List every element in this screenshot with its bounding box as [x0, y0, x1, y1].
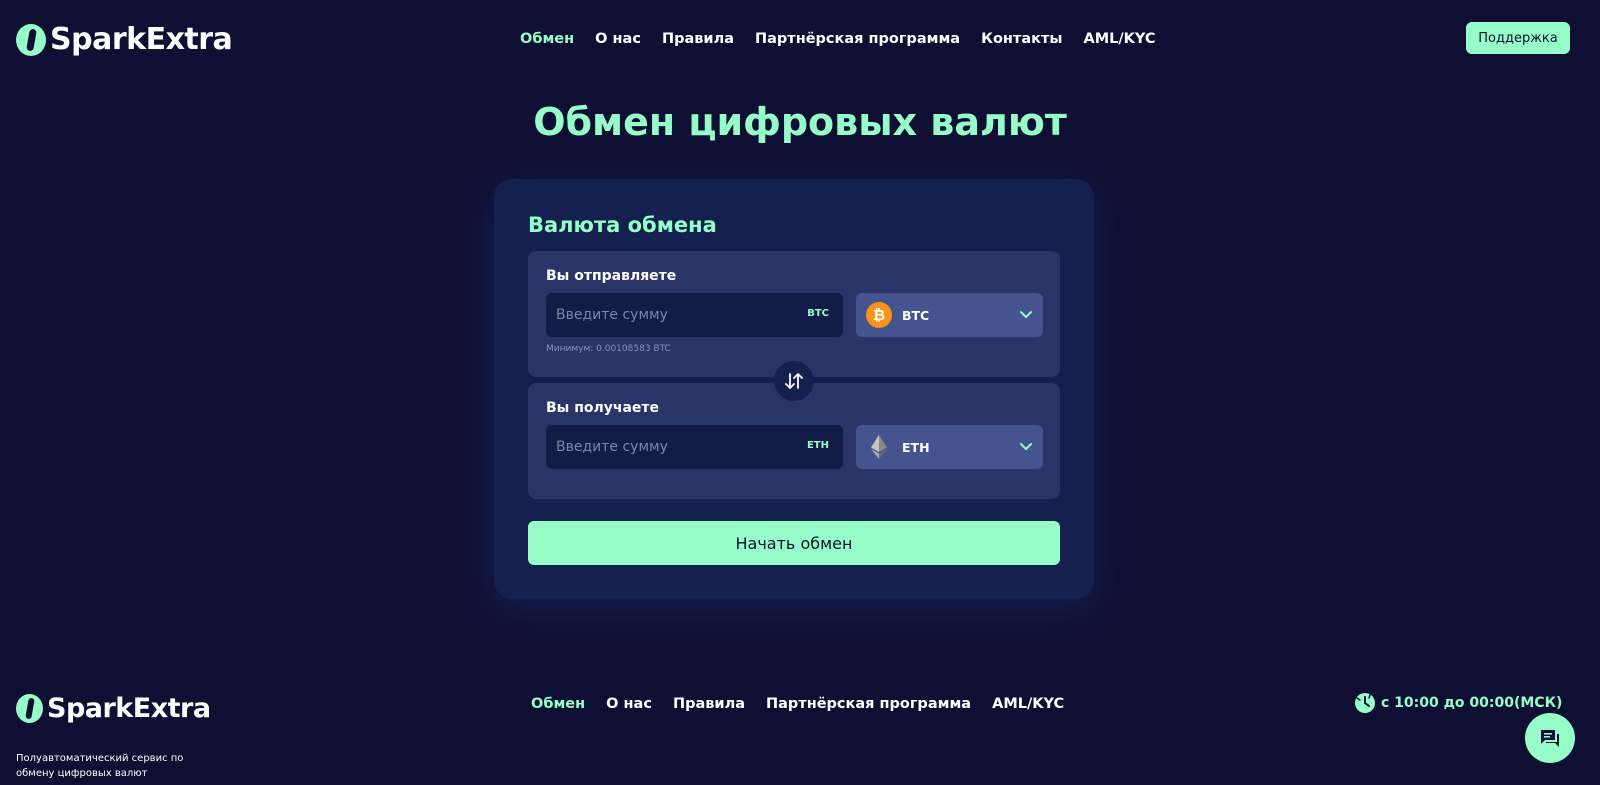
chat-button[interactable]: [1525, 713, 1575, 763]
site-header: SparkExtra Обмен О нас Правила Партнёрск…: [0, 0, 1600, 78]
receive-amount-unit: ETH: [806, 440, 829, 451]
nav-link-aml-kyc[interactable]: AML/KYC: [1083, 31, 1155, 47]
footer-link-about[interactable]: О нас: [606, 696, 652, 712]
send-label: Вы отправляете: [546, 268, 677, 284]
start-exchange-button[interactable]: Начать обмен: [528, 521, 1060, 565]
site-footer: SparkExtra Обмен О нас Правила Партнёрск…: [0, 670, 1600, 785]
send-amount-unit: BTC: [807, 308, 829, 319]
nav-link-contacts[interactable]: Контакты: [981, 31, 1062, 47]
ethereum-icon: [871, 435, 887, 459]
send-currency-label: BTC: [902, 307, 930, 323]
swap-arrows-icon: [785, 373, 803, 389]
send-amount-input[interactable]: [546, 293, 786, 337]
send-currency-select[interactable]: ₿ BTC: [856, 293, 1043, 337]
working-hours-text: с 10:00 до 00:00(МСК): [1381, 695, 1563, 711]
chevron-down-icon: [1020, 311, 1032, 318]
exchange-card-title: Валюта обмена: [528, 213, 717, 237]
footer-link-rules[interactable]: Правила: [673, 696, 745, 712]
send-panel: Вы отправляете BTC ₿ BTC Минимум: 0.0010…: [528, 251, 1060, 377]
clock-icon: [1355, 693, 1375, 713]
logo-text: SparkExtra: [47, 693, 211, 724]
nav-link-exchange[interactable]: Обмен: [520, 31, 574, 47]
bitcoin-icon: ₿: [866, 302, 892, 328]
receive-label: Вы получаете: [546, 400, 660, 416]
send-minimum-note: Минимум: 0.00108583 BTC: [546, 344, 671, 354]
logo-text: SparkExtra: [50, 22, 233, 57]
nav-link-partner[interactable]: Партнёрская программа: [755, 31, 960, 47]
exchange-card: Валюта обмена Вы отправляете BTC ₿ BTC М…: [494, 179, 1094, 599]
send-amount-field[interactable]: BTC: [546, 293, 843, 337]
receive-amount-field[interactable]: ETH: [546, 425, 843, 469]
working-hours: с 10:00 до 00:00(МСК): [1354, 692, 1562, 714]
header-nav: Обмен О нас Правила Партнёрская программ…: [520, 31, 1156, 47]
footer-logo[interactable]: SparkExtra: [16, 693, 211, 724]
footer-nav: Обмен О нас Правила Партнёрская программ…: [531, 696, 1064, 712]
logo-icon: [16, 23, 46, 56]
footer-link-partner[interactable]: Партнёрская программа: [766, 696, 971, 712]
nav-link-about[interactable]: О нас: [595, 31, 641, 47]
receive-amount-input[interactable]: [546, 425, 786, 469]
chat-icon: [1541, 730, 1559, 747]
footer-link-aml-kyc[interactable]: AML/KYC: [992, 696, 1064, 712]
footer-link-exchange[interactable]: Обмен: [531, 696, 585, 712]
page-title: Обмен цифровых валют: [533, 100, 1067, 144]
header-logo[interactable]: SparkExtra: [16, 22, 233, 57]
receive-currency-label: ETH: [902, 439, 930, 455]
chevron-down-icon: [1020, 443, 1032, 450]
nav-link-rules[interactable]: Правила: [662, 31, 734, 47]
logo-icon: [16, 694, 43, 723]
receive-currency-select[interactable]: ETH: [856, 425, 1043, 469]
footer-description: Полуавтоматический сервис по обмену цифр…: [16, 753, 184, 779]
swap-currencies-button[interactable]: [774, 361, 814, 401]
support-button[interactable]: Поддержка: [1466, 22, 1570, 54]
